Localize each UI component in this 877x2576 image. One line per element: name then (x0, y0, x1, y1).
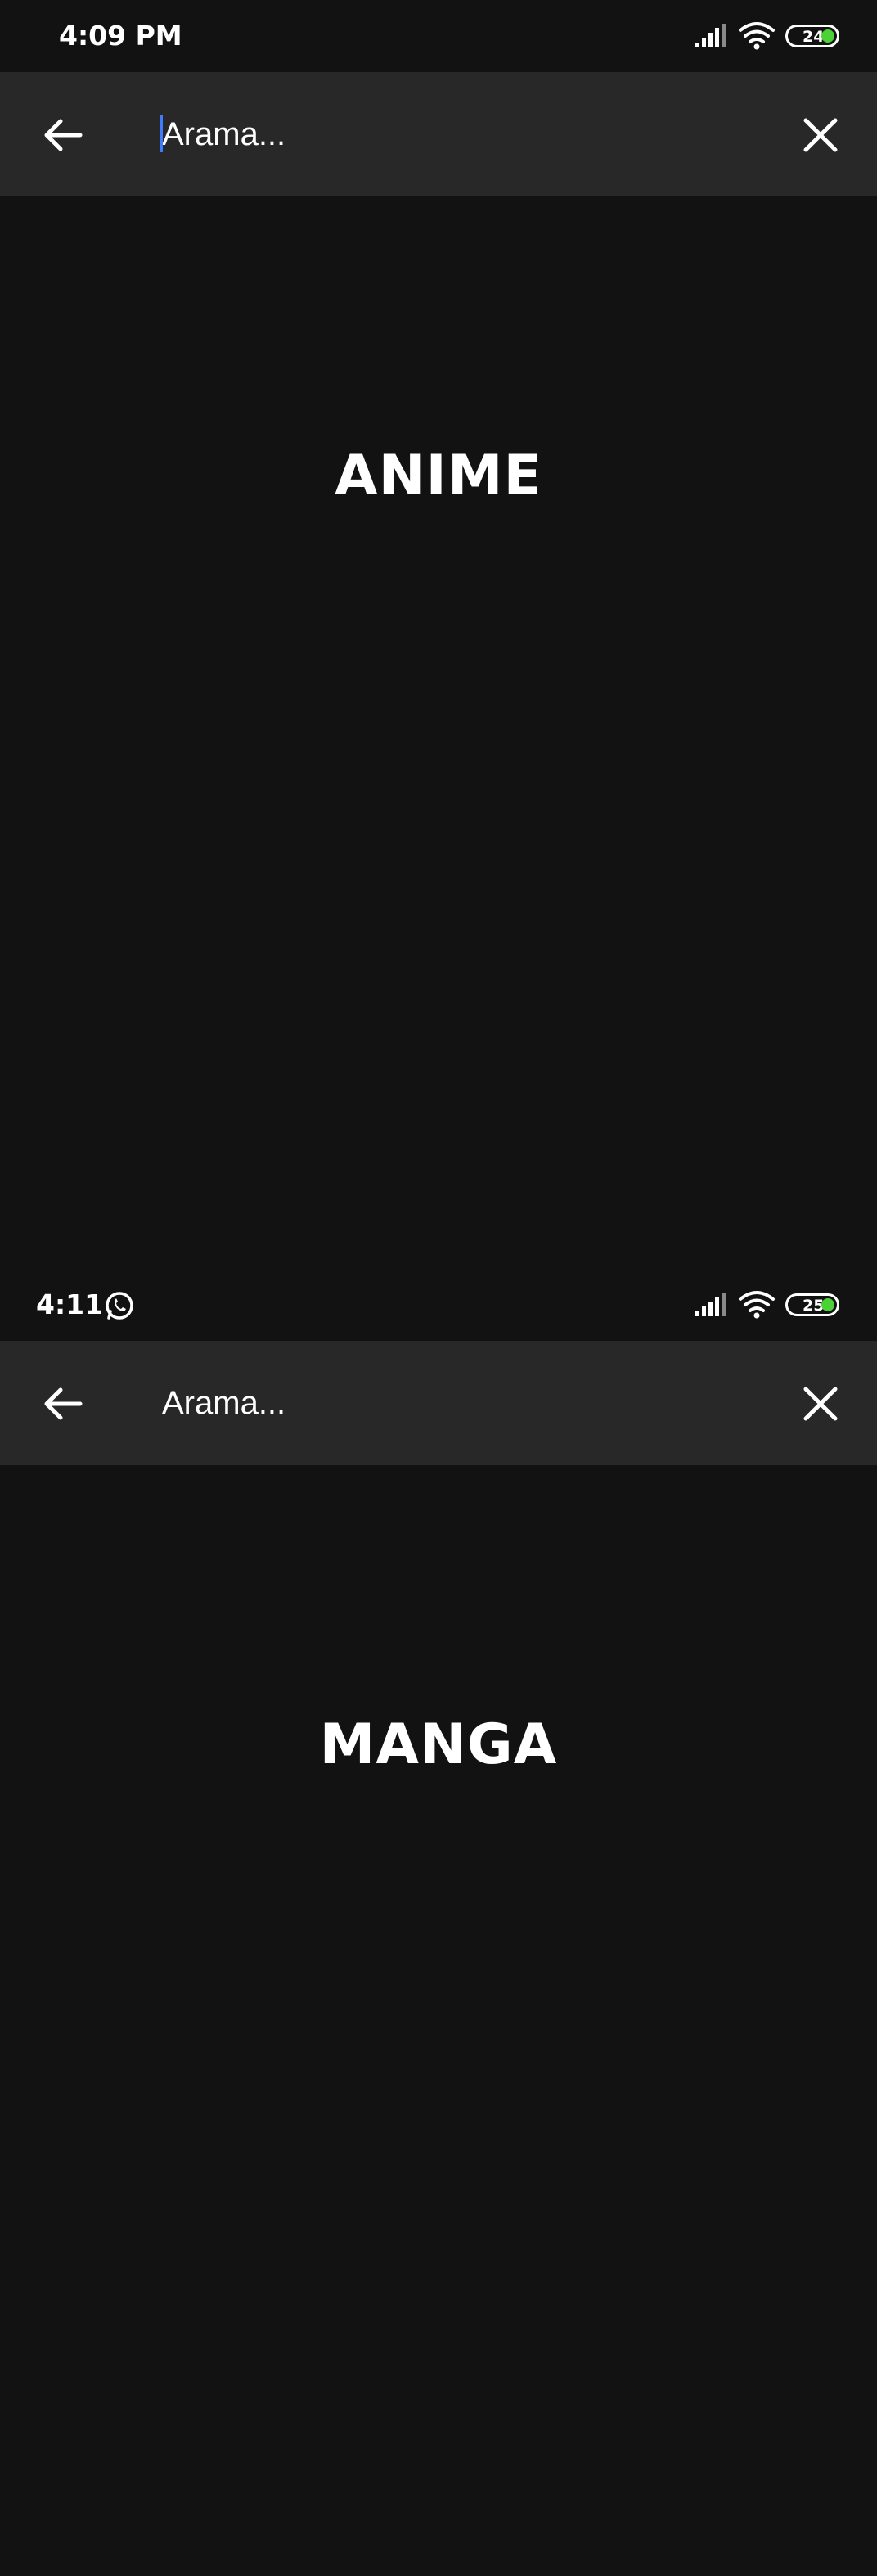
battery-charge-dot (821, 1298, 834, 1311)
search-bar (0, 72, 877, 196)
screen-anime: 4:09 PM 24 Arama... ANIME (0, 0, 877, 1269)
status-time: 4:11 (36, 1288, 104, 1320)
wifi-icon (739, 22, 775, 50)
section-heading: MANGA (319, 1712, 558, 1777)
screen-manga: 4:11 25 Arama... MANGA (0, 1269, 877, 2576)
battery-icon: 25 (785, 1293, 839, 1316)
search-input[interactable] (159, 1380, 784, 1426)
status-bar: 4:11 25 (0, 1269, 877, 1341)
whatsapp-icon (106, 1292, 133, 1320)
search-bar (0, 1341, 877, 1465)
signal-icon (695, 24, 726, 47)
battery-charge-dot (821, 29, 834, 43)
close-icon[interactable] (800, 1383, 841, 1424)
arrow-left-icon[interactable] (41, 1382, 85, 1426)
status-icons: 24 (694, 20, 839, 52)
arrow-left-icon[interactable] (41, 113, 85, 157)
status-bar: 4:09 PM 24 (0, 0, 877, 72)
wifi-icon (739, 1291, 775, 1319)
battery-icon: 24 (785, 25, 839, 47)
signal-icon (695, 1293, 726, 1316)
section-heading: ANIME (335, 444, 542, 508)
close-icon[interactable] (800, 115, 841, 156)
status-icons: 25 (694, 1288, 839, 1321)
status-time: 4:09 PM (59, 20, 182, 52)
search-input[interactable] (159, 111, 784, 157)
text-cursor (160, 115, 163, 152)
